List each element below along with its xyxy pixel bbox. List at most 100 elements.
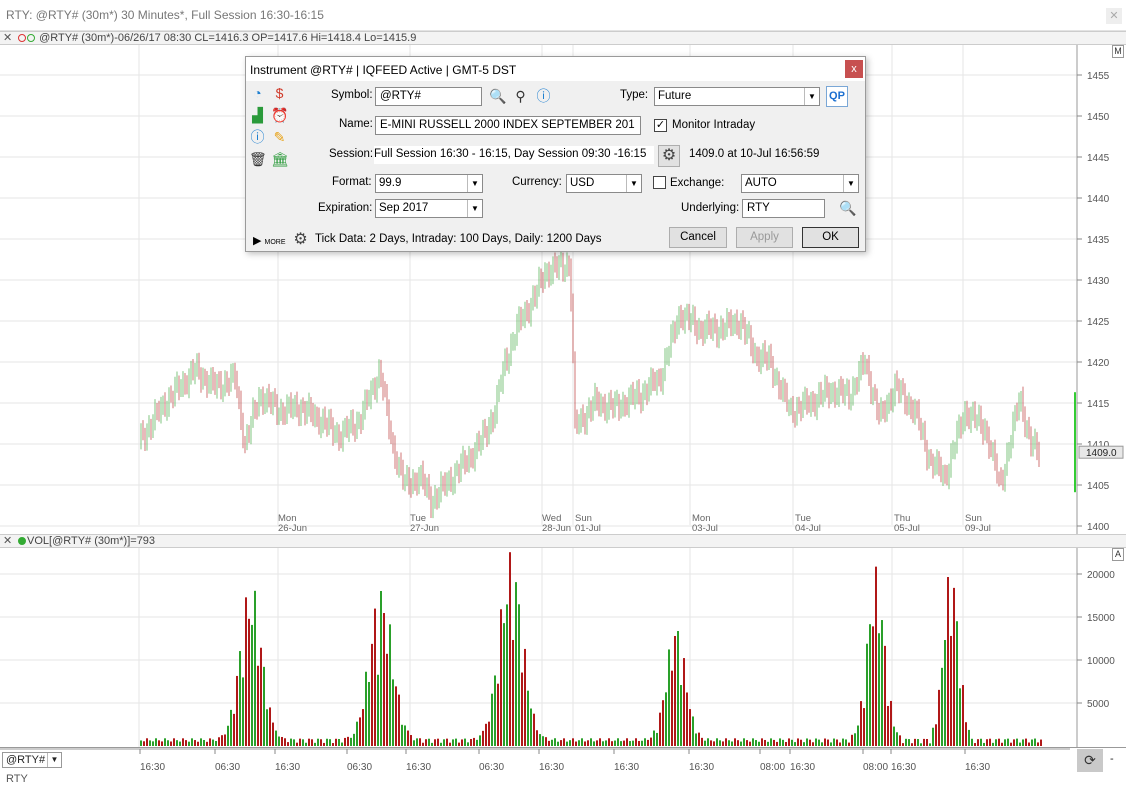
time-tick-label: 16:30 [790,762,815,773]
volume-bar [992,742,994,746]
dialog-close-button[interactable]: x [845,60,863,78]
price-pane-info: @RTY# (30m*)-06/26/17 08:30 CL=1416.3 OP… [18,32,416,44]
volume-bar [662,700,664,746]
volume-bar [248,618,250,746]
volume-bar [158,740,160,746]
volume-bar [656,732,658,746]
chart-window: RTY: @RTY# (30m*) 30 Minutes*, Full Sess… [0,0,1126,788]
volume-bar [725,738,727,746]
volume-bar [212,739,214,746]
time-axis: 16:30 06:30 16:30 06:30 16:30 06:30 16:30 16:30… [0,748,1070,773]
bank-icon[interactable]: 🏛 [271,151,289,168]
volume-bar [899,735,901,746]
name-input[interactable]: E-MINI RUSSELL 2000 INDEX SEPTEMBER 201 [375,116,641,135]
volume-bar [539,734,541,746]
chart-trend-icon[interactable]: ▟ [249,107,266,124]
underlying-input[interactable]: RTY [742,199,825,218]
volume-bar [788,738,790,746]
expiration-select-value: Sep 2017 [379,202,429,214]
chevron-down-icon[interactable]: ▼ [467,175,482,192]
format-select[interactable]: 99.9 ▼ [375,174,483,193]
volume-bar [506,604,508,746]
underlying-search-icon[interactable]: 🔍 [839,200,856,217]
session-settings-gear-icon[interactable]: ⚙ [658,145,680,167]
cancel-button[interactable]: Cancel [669,227,727,248]
volume-bar [782,739,784,746]
close-pane-icon[interactable]: ✕ [3,534,12,547]
volume-bar [419,738,421,746]
volume-bar [827,739,829,746]
volume-bar [872,626,874,746]
volume-bar [440,742,442,746]
alarm-clock-icon[interactable]: ⏰ [271,107,288,124]
volume-pane-header-text: VOL[@RTY# (30m*)]=793 [27,535,156,547]
window-close-button[interactable]: ✕ [1106,8,1122,24]
volume-chart[interactable]: 20000 15000 10000 5000 [0,548,1126,747]
volume-bar [959,688,961,746]
chevron-down-icon[interactable]: ▼ [626,175,641,192]
volume-bar [860,701,862,746]
volume-bar [995,739,997,746]
close-pane-icon[interactable]: ✕ [3,31,12,44]
volume-bar [614,740,616,746]
volume-bar [431,742,433,746]
type-select[interactable]: Future ▼ [654,87,820,106]
volume-bar [200,738,202,746]
more-toggle[interactable]: ▶ MORE [253,234,286,247]
volume-bar [623,740,625,746]
volume-bar [575,741,577,746]
volume-bar [773,739,775,746]
volume-bar [410,735,412,746]
volume-bar [1007,738,1009,746]
volume-bar [800,739,802,746]
volume-bar [194,740,196,746]
volume-bar [221,735,223,746]
volume-bar [728,740,730,746]
exchange-select[interactable]: AUTO ▼ [741,174,859,193]
zoom-in-icon[interactable]: 🔍 [489,88,506,105]
volume-bar [731,741,733,746]
alert-money-icon[interactable]: $ [271,85,288,102]
volume-bar [179,741,181,746]
volume-bar [143,741,145,746]
volume-bar [785,742,787,746]
chart-search-icon[interactable]: ⚲ [512,88,529,105]
volume-bar [821,742,823,746]
exchange-checkbox[interactable] [653,176,666,189]
symbol-info-icon[interactable]: ⓘ [535,88,552,105]
quote-icon[interactable]: ◔ [249,85,266,102]
session-value[interactable]: Full Session 16:30 - 16:15, Day Session … [374,146,654,164]
quote-page-button[interactable]: QP [826,86,848,107]
volume-bar [404,725,406,746]
monitor-intraday-checkbox[interactable]: ✓ [654,119,667,132]
volume-bar [461,739,463,746]
refresh-button[interactable]: ⟳ [1077,749,1103,772]
symbol-input[interactable]: @RTY# [375,87,482,106]
volume-bar [1001,742,1003,746]
window-title: RTY: @RTY# (30m*) 30 Minutes*, Full Sess… [6,8,324,22]
volume-bar [224,734,226,746]
volume-bar [806,738,808,746]
volume-bar [629,741,631,746]
ok-button[interactable]: OK [802,227,859,248]
volume-bar [830,742,832,746]
expiration-select[interactable]: Sep 2017 ▼ [375,199,483,218]
info-icon[interactable]: ⓘ [249,129,266,146]
notes-icon[interactable]: ✎ [271,129,288,146]
trash-icon[interactable]: 🗑 [249,151,267,168]
volume-bar [674,635,676,746]
volume-bar [548,740,550,746]
volume-pane-header: ✕ VOL[@RTY# (30m*)]=793 [0,534,1126,548]
chevron-down-icon[interactable]: ▼ [804,88,819,105]
price-tick-label: 1420 [1087,358,1110,369]
settings-gear-icon[interactable]: ⚙ [292,231,309,248]
currency-select[interactable]: USD ▼ [566,174,642,193]
collapse-button[interactable]: - [1110,753,1114,765]
chevron-down-icon[interactable]: ▼ [467,200,482,217]
apply-button[interactable]: Apply [736,227,793,248]
status-symbol: RTY [6,773,28,785]
volume-bar [488,721,490,746]
chevron-down-icon[interactable]: ▼ [843,175,858,192]
status-bar: RTY [0,773,1126,788]
volume-bar [932,727,934,746]
